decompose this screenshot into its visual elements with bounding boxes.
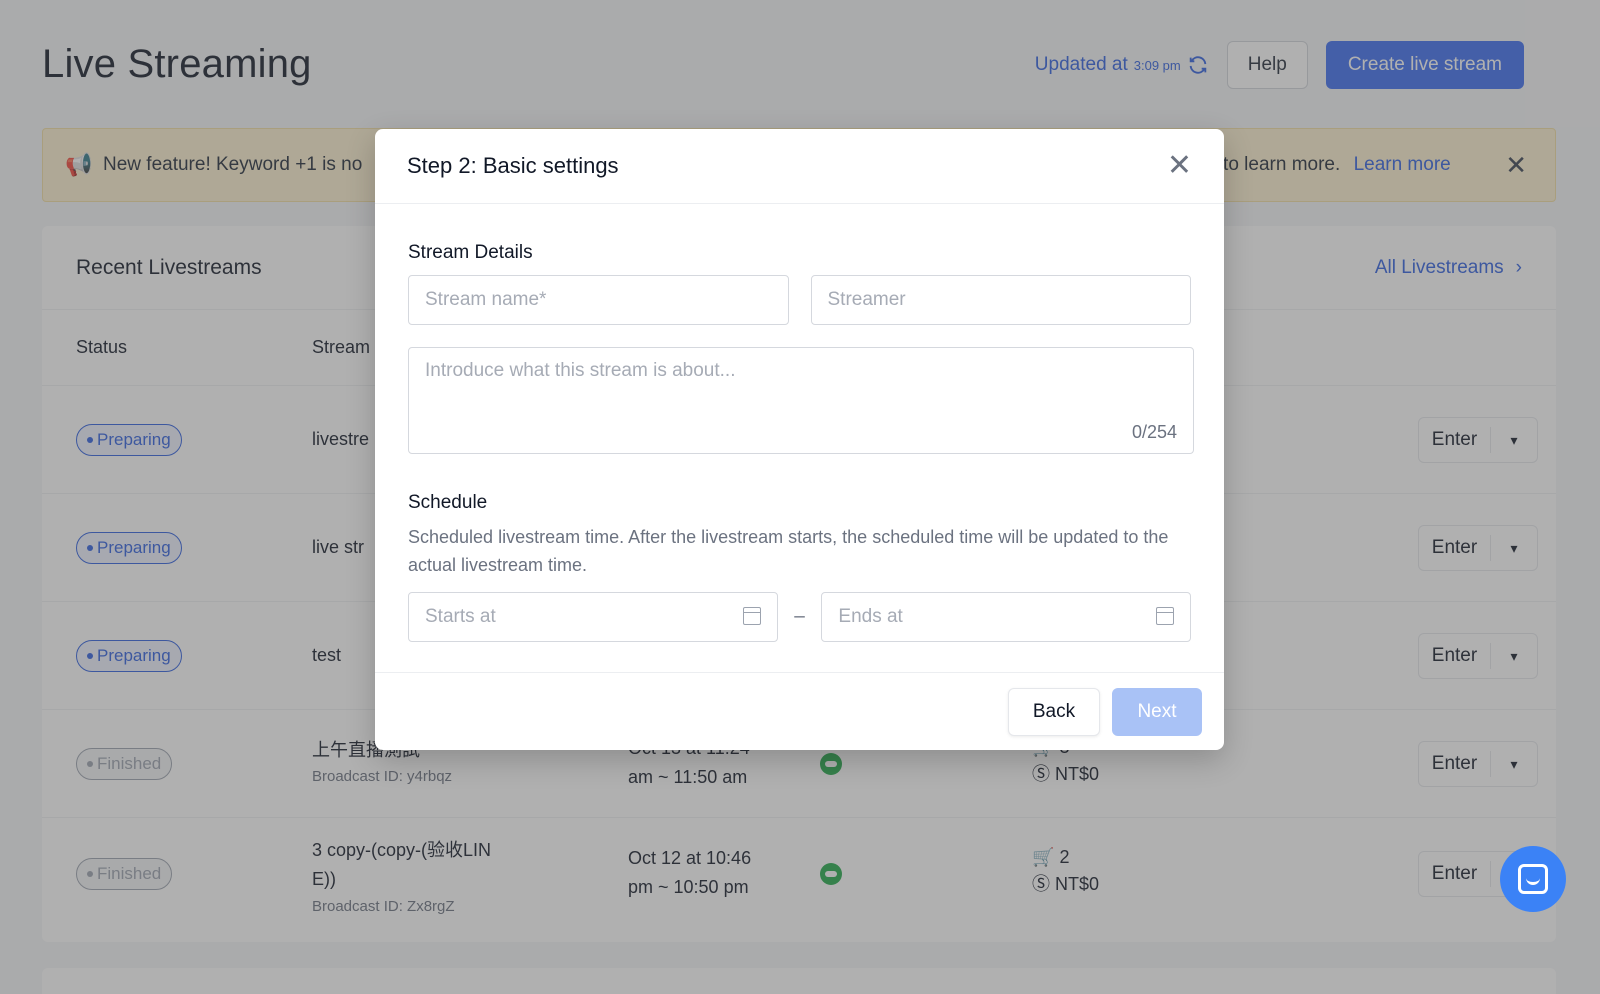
back-button[interactable]: Back <box>1008 687 1100 736</box>
schedule-description: Scheduled livestream time. After the liv… <box>408 527 1169 575</box>
description-wrapper: 0/254 <box>408 347 1194 454</box>
ends-at-picker[interactable]: Ends at <box>821 592 1191 642</box>
modal-title: Step 2: Basic settings <box>407 153 619 178</box>
schedule-range: Starts at – Ends at <box>408 592 1191 642</box>
starts-at-picker[interactable]: Starts at <box>408 592 778 642</box>
modal-footer: Back Next <box>375 672 1224 750</box>
modal-header: Step 2: Basic settings ✕ <box>375 129 1224 204</box>
calendar-icon <box>742 607 761 625</box>
calendar-icon <box>1156 607 1174 625</box>
range-separator: – <box>794 606 805 627</box>
chat-launcher-button[interactable] <box>1500 846 1566 912</box>
next-button[interactable]: Next <box>1112 687 1202 736</box>
chat-icon <box>1518 864 1548 894</box>
schedule-label: Schedule <box>408 492 488 513</box>
stream-details-inputs <box>408 275 1191 325</box>
starts-at-placeholder: Starts at <box>425 606 496 627</box>
streamer-input[interactable] <box>810 275 1191 325</box>
close-icon[interactable]: ✕ <box>1167 151 1192 181</box>
ends-at-placeholder: Ends at <box>838 606 903 627</box>
stream-details-label: Stream Details <box>408 242 533 263</box>
basic-settings-modal: Step 2: Basic settings ✕ Stream Details … <box>375 129 1224 750</box>
stream-description-textarea[interactable] <box>409 348 1193 453</box>
stream-name-input[interactable] <box>408 275 789 325</box>
modal-body: Stream Details 0/254 Schedule Scheduled … <box>375 204 1224 642</box>
character-counter: 0/254 <box>1131 422 1177 442</box>
